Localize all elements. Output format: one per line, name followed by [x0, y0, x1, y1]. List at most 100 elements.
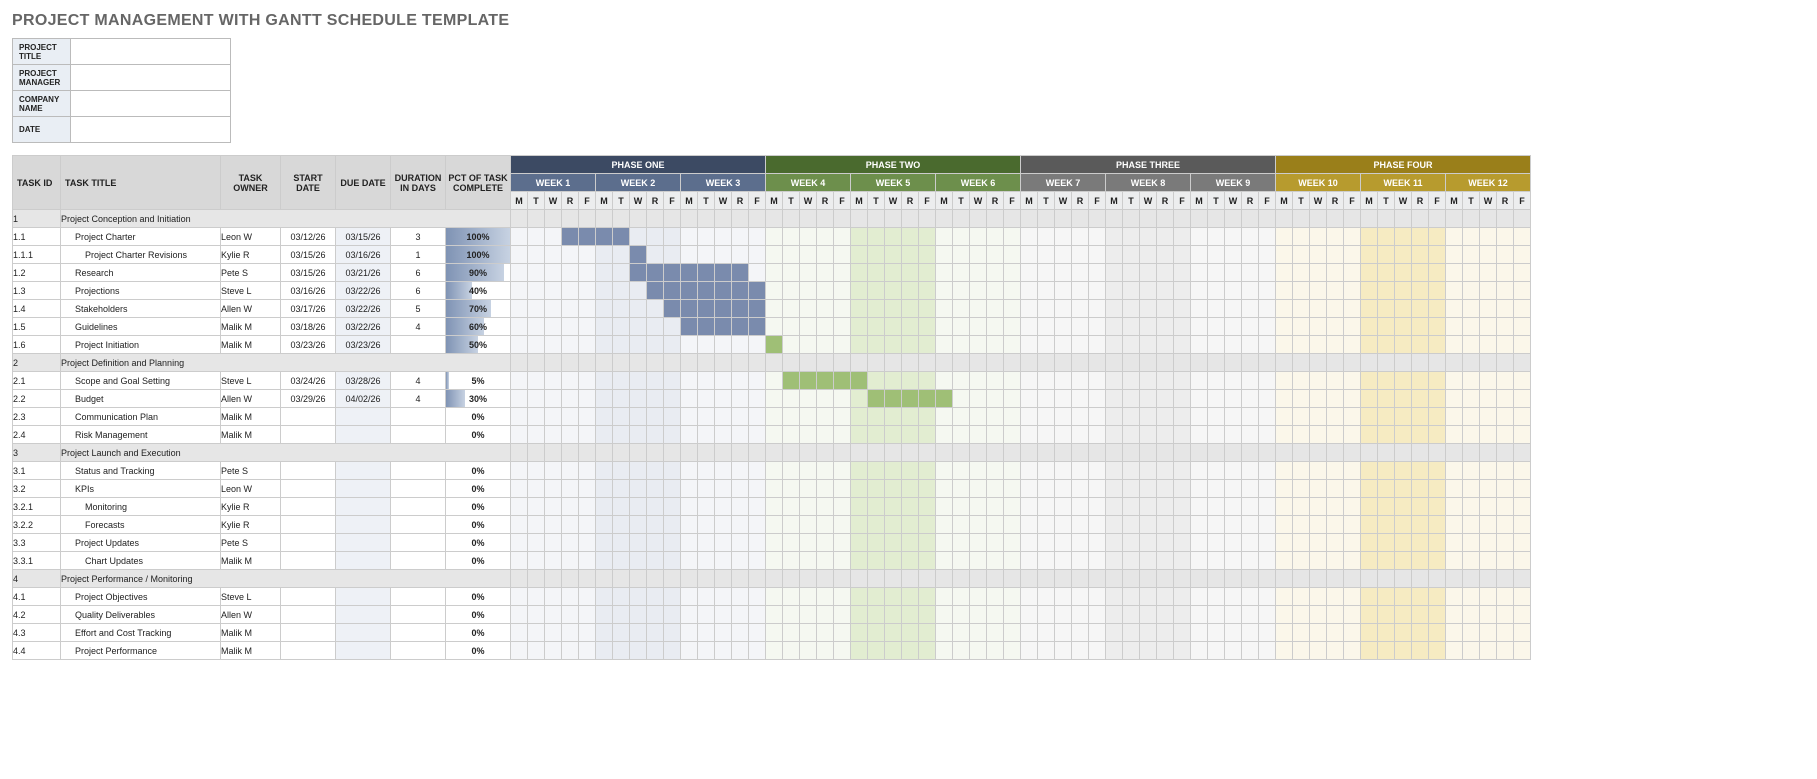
- timeline-cell: [681, 588, 698, 606]
- timeline-cell: [783, 390, 800, 408]
- timeline-cell: [1089, 444, 1106, 462]
- timeline-cell: [1106, 228, 1123, 246]
- timeline-cell: [936, 552, 953, 570]
- timeline-cell: [1276, 264, 1293, 282]
- timeline-cell: [817, 408, 834, 426]
- day-header: F: [1429, 192, 1446, 210]
- timeline-cell: [1106, 588, 1123, 606]
- timeline-cell: [1276, 480, 1293, 498]
- duration: 1: [391, 246, 446, 264]
- timeline-cell: [1327, 318, 1344, 336]
- timeline-cell: [1310, 228, 1327, 246]
- timeline-cell: [1106, 498, 1123, 516]
- timeline-cell: [528, 606, 545, 624]
- timeline-cell: [1089, 210, 1106, 228]
- timeline-cell: [1225, 372, 1242, 390]
- timeline-cell: [1140, 588, 1157, 606]
- info-value[interactable]: [71, 91, 231, 117]
- timeline-cell: [817, 426, 834, 444]
- timeline-cell: [749, 372, 766, 390]
- timeline-cell: [1463, 390, 1480, 408]
- timeline-cell: [1191, 318, 1208, 336]
- timeline-cell: [596, 372, 613, 390]
- timeline-cell: [1429, 246, 1446, 264]
- timeline-cell: [1157, 606, 1174, 624]
- day-header: W: [1140, 192, 1157, 210]
- timeline-cell: [868, 300, 885, 318]
- timeline-cell: [1072, 588, 1089, 606]
- timeline-cell: [732, 354, 749, 372]
- timeline-cell: [1378, 606, 1395, 624]
- timeline-cell: [902, 282, 919, 300]
- timeline-cell: [579, 246, 596, 264]
- timeline-cell: [1497, 624, 1514, 642]
- timeline-cell: [1038, 354, 1055, 372]
- timeline-cell: [1106, 246, 1123, 264]
- timeline-cell: [1446, 354, 1463, 372]
- timeline-cell: [1242, 642, 1259, 660]
- due-date: [336, 534, 391, 552]
- timeline-cell: [749, 300, 766, 318]
- day-header: M: [1191, 192, 1208, 210]
- timeline-cell: [1429, 264, 1446, 282]
- timeline-cell: [1344, 210, 1361, 228]
- timeline-cell: [902, 228, 919, 246]
- day-header: M: [1021, 192, 1038, 210]
- timeline-cell: [902, 606, 919, 624]
- timeline-cell: [1395, 210, 1412, 228]
- timeline-cell: [1293, 210, 1310, 228]
- timeline-cell: [1242, 264, 1259, 282]
- timeline-cell: [749, 642, 766, 660]
- info-value[interactable]: [71, 117, 231, 143]
- timeline-cell: [783, 444, 800, 462]
- timeline-cell: [1378, 390, 1395, 408]
- timeline-cell: [1378, 444, 1395, 462]
- info-value[interactable]: [71, 39, 231, 65]
- timeline-cell: [511, 624, 528, 642]
- timeline-cell: [1310, 462, 1327, 480]
- timeline-cell: [1140, 624, 1157, 642]
- timeline-cell: [1361, 300, 1378, 318]
- timeline-cell: [630, 498, 647, 516]
- timeline-cell: [1480, 462, 1497, 480]
- timeline-cell: [647, 354, 664, 372]
- timeline-cell: [1361, 390, 1378, 408]
- timeline-cell: [1157, 444, 1174, 462]
- timeline-cell: [613, 318, 630, 336]
- timeline-cell: [1055, 624, 1072, 642]
- timeline-cell: [1072, 516, 1089, 534]
- timeline-cell: [528, 336, 545, 354]
- timeline-cell: [783, 534, 800, 552]
- timeline-cell: [749, 318, 766, 336]
- timeline-cell: [817, 606, 834, 624]
- timeline-cell: [1463, 498, 1480, 516]
- timeline-cell: [511, 246, 528, 264]
- pct-complete: 0%: [446, 498, 511, 516]
- info-value[interactable]: [71, 65, 231, 91]
- timeline-cell: [817, 264, 834, 282]
- task-id: 2: [13, 354, 61, 372]
- timeline-cell: [1446, 624, 1463, 642]
- timeline-cell: [851, 606, 868, 624]
- timeline-cell: [919, 426, 936, 444]
- timeline-cell: [1225, 300, 1242, 318]
- timeline-cell: [1480, 624, 1497, 642]
- timeline-cell: [936, 354, 953, 372]
- timeline-cell: [1378, 372, 1395, 390]
- timeline-cell: [1208, 570, 1225, 588]
- timeline-cell: [1157, 552, 1174, 570]
- timeline-cell: [1395, 354, 1412, 372]
- timeline-cell: [1174, 390, 1191, 408]
- timeline-cell: [545, 228, 562, 246]
- timeline-cell: [1072, 534, 1089, 552]
- timeline-cell: [1344, 372, 1361, 390]
- timeline-cell: [1514, 246, 1531, 264]
- timeline-cell: [732, 300, 749, 318]
- timeline-cell: [1344, 516, 1361, 534]
- timeline-cell: [1293, 408, 1310, 426]
- day-header: R: [987, 192, 1004, 210]
- task-title: KPIs: [61, 480, 221, 498]
- timeline-cell: [885, 210, 902, 228]
- timeline-cell: [1225, 282, 1242, 300]
- timeline-cell: [817, 228, 834, 246]
